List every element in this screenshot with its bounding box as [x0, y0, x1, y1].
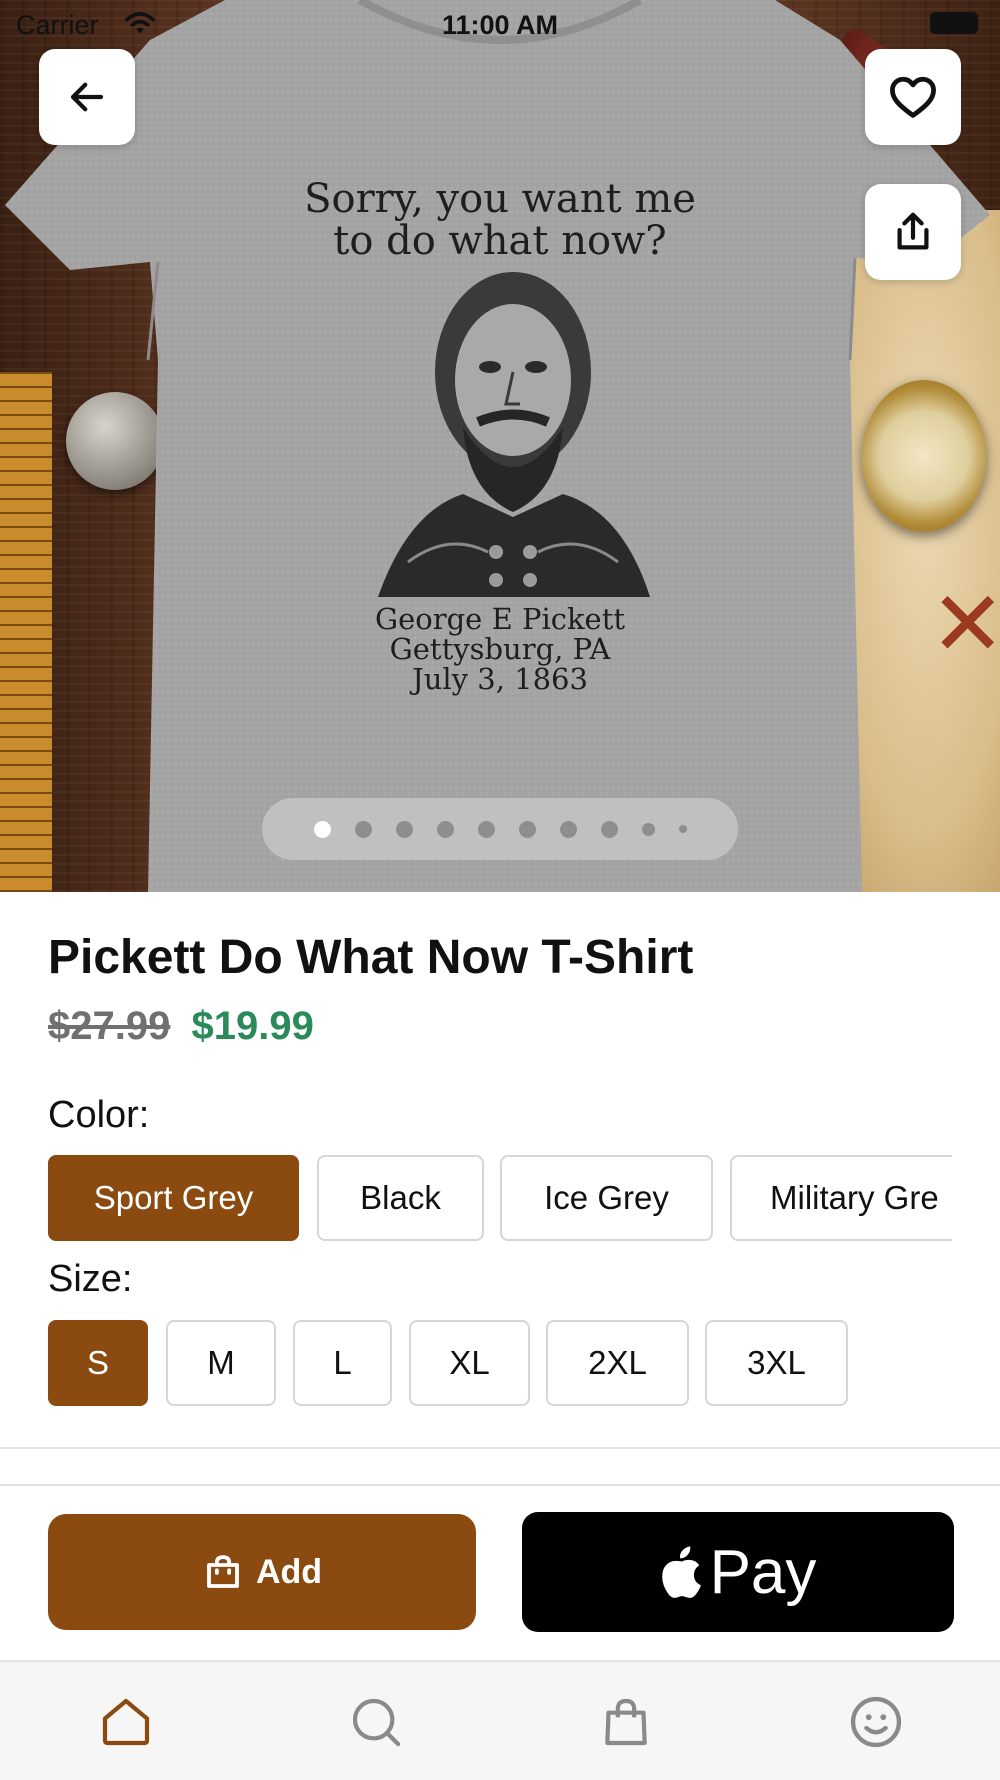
back-button[interactable] [39, 49, 135, 145]
page-dot[interactable] [436, 820, 454, 838]
shirt-print-line: Sorry, you want me [304, 176, 696, 222]
page-dot[interactable] [354, 820, 372, 838]
size-option-xl[interactable]: XL [409, 1320, 530, 1406]
apple-pay-button[interactable]: Pay [522, 1512, 954, 1632]
image-page-indicator[interactable] [262, 798, 738, 860]
product-title: Pickett Do What Now T-Shirt [48, 931, 694, 984]
shirt-print-caption: George E Pickett Gettysburg, PA July 3, … [0, 604, 1000, 694]
color-option-black[interactable]: Black [317, 1155, 484, 1241]
shirt-print-headline: Sorry, you want me to do what now? [0, 178, 1000, 262]
add-to-cart-button[interactable]: Add [48, 1514, 476, 1630]
color-option-ice-grey[interactable]: Ice Grey [500, 1155, 713, 1241]
sale-price: $19.99 [191, 1004, 314, 1048]
page-dot[interactable] [313, 820, 331, 838]
size-option-3xl[interactable]: 3XL [705, 1320, 848, 1406]
apple-pay-label: Pay [709, 1537, 817, 1607]
heart-icon [890, 76, 936, 118]
color-option-sport-grey[interactable]: Sport Grey [48, 1155, 299, 1241]
product-image[interactable]: ✕ Sorry, you want me to do what now? Geo… [0, 0, 1000, 892]
size-option-m[interactable]: M [166, 1320, 276, 1406]
shirt-print-line: July 3, 1863 [412, 662, 588, 696]
tab-home[interactable] [86, 1682, 166, 1762]
page-dot[interactable] [678, 825, 687, 833]
shopping-bag-icon [605, 1698, 647, 1746]
page-dot[interactable] [395, 820, 413, 838]
color-options[interactable]: Sport Grey Black Ice Grey Military Gre [48, 1155, 952, 1247]
share-button[interactable] [865, 184, 961, 280]
arrow-left-icon [70, 82, 104, 112]
shirt-print-line: Gettysburg, PA [389, 632, 611, 666]
apple-logo-icon [661, 1546, 701, 1598]
status-bar: Carrier 11:00 AM [0, 0, 1000, 48]
clock: 11:00 AM [441, 10, 559, 40]
tab-bar [0, 1660, 1000, 1780]
page-dot[interactable] [600, 820, 618, 838]
size-option-s[interactable]: S [48, 1320, 148, 1406]
portrait-illustration [378, 272, 650, 597]
page-dot[interactable] [559, 820, 577, 838]
battery-icon [930, 12, 978, 34]
color-option-military-green[interactable]: Military Gre [730, 1155, 952, 1241]
size-label: Size: [48, 1258, 133, 1300]
share-icon [897, 212, 929, 250]
page-dot[interactable] [518, 820, 536, 838]
page-dot[interactable] [477, 820, 495, 838]
color-label: Color: [48, 1094, 150, 1136]
tab-cart[interactable] [586, 1682, 666, 1762]
tab-account[interactable] [836, 1682, 916, 1762]
add-button-label: Add [255, 1552, 323, 1591]
shirt-print-line: to do what now? [333, 218, 667, 264]
home-icon [102, 1698, 150, 1746]
search-icon [352, 1698, 401, 1747]
original-price: $27.99 [48, 1004, 171, 1048]
favorite-button[interactable] [865, 49, 961, 145]
tab-search[interactable] [336, 1682, 416, 1762]
size-option-l[interactable]: L [293, 1320, 392, 1406]
divider [0, 1447, 1000, 1449]
size-options[interactable]: S M L XL 2XL 3XL [48, 1320, 952, 1412]
shirt-print-line: George E Pickett [374, 602, 626, 636]
price-row: $27.99 $19.99 [48, 1004, 314, 1049]
size-option-2xl[interactable]: 2XL [546, 1320, 689, 1406]
shopping-bag-icon [207, 1555, 239, 1588]
page-dot[interactable] [641, 822, 655, 836]
divider [0, 1484, 1000, 1486]
smiley-account-icon [850, 1696, 902, 1748]
